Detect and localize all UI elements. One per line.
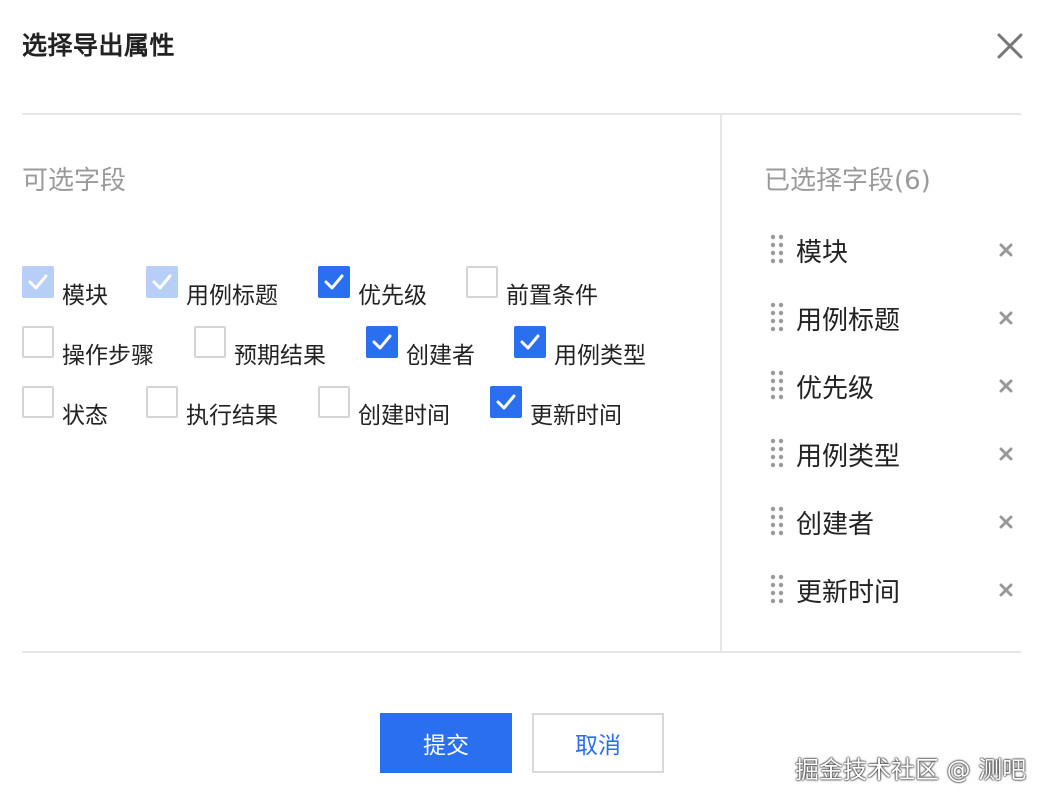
field-label: 优先级 xyxy=(358,283,427,309)
drag-handle-icon[interactable] xyxy=(770,574,784,604)
check-icon xyxy=(372,334,392,350)
checkbox[interactable] xyxy=(194,326,226,358)
field-checkbox-item[interactable]: 模块 xyxy=(22,266,108,309)
checkbox[interactable] xyxy=(466,266,498,298)
field-checkbox-item[interactable]: 操作步骤 xyxy=(22,326,154,369)
checkbox[interactable] xyxy=(318,386,350,418)
checkbox[interactable] xyxy=(514,326,546,358)
field-checkbox-item[interactable]: 优先级 xyxy=(318,266,427,309)
selected-field-item[interactable]: 优先级 xyxy=(770,366,1020,406)
remove-icon[interactable] xyxy=(996,308,1016,328)
checkbox[interactable] xyxy=(22,386,54,418)
check-icon xyxy=(496,394,516,410)
selected-field-item[interactable]: 用例类型 xyxy=(770,434,1020,474)
field-label: 创建者 xyxy=(406,343,475,369)
selected-field-item[interactable]: 模块 xyxy=(770,230,1020,270)
selected-field-item[interactable]: 更新时间 xyxy=(770,570,1020,610)
field-checkbox-item[interactable]: 用例类型 xyxy=(514,326,646,369)
checkbox[interactable] xyxy=(366,326,398,358)
selected-field-label: 用例类型 xyxy=(796,442,901,472)
field-checkbox-item[interactable]: 执行结果 xyxy=(146,386,278,429)
checkbox[interactable] xyxy=(146,386,178,418)
divider-bottom xyxy=(22,651,1021,653)
remove-icon[interactable] xyxy=(996,580,1016,600)
selected-field-item[interactable]: 用例标题 xyxy=(770,298,1020,338)
drag-handle-icon[interactable] xyxy=(770,506,784,536)
selected-field-label: 模块 xyxy=(796,238,849,268)
selected-fields-title: 已选择字段(6) xyxy=(764,166,931,196)
remove-icon[interactable] xyxy=(996,240,1016,260)
field-checkbox-item[interactable]: 状态 xyxy=(22,386,108,429)
check-icon xyxy=(520,334,540,350)
remove-icon[interactable] xyxy=(996,512,1016,532)
field-label: 前置条件 xyxy=(506,283,598,309)
selected-field-label: 创建者 xyxy=(796,510,875,540)
check-icon xyxy=(152,274,172,290)
field-checkbox-item[interactable]: 前置条件 xyxy=(466,266,598,309)
available-fields-title: 可选字段 xyxy=(22,166,127,196)
checkbox xyxy=(22,266,54,298)
checkbox[interactable] xyxy=(318,266,350,298)
field-label: 状态 xyxy=(62,403,108,429)
drag-handle-icon[interactable] xyxy=(770,370,784,400)
field-label: 用例类型 xyxy=(554,343,646,369)
selected-field-item[interactable]: 创建者 xyxy=(770,502,1020,542)
drag-handle-icon[interactable] xyxy=(770,438,784,468)
field-label: 模块 xyxy=(62,283,108,309)
field-checkbox-item[interactable]: 预期结果 xyxy=(194,326,326,369)
divider-vertical xyxy=(720,115,722,651)
field-label: 执行结果 xyxy=(186,403,278,429)
remove-icon[interactable] xyxy=(996,444,1016,464)
field-checkbox-item[interactable]: 创建时间 xyxy=(318,386,450,429)
selected-field-label: 更新时间 xyxy=(796,578,901,608)
close-icon[interactable] xyxy=(994,30,1026,62)
field-label: 更新时间 xyxy=(530,403,622,429)
check-icon xyxy=(28,274,48,290)
watermark: 掘金技术社区 @ 测吧 xyxy=(795,756,1027,784)
export-attributes-dialog: 选择导出属性 可选字段 模块 用例标题 优先级 前置条件 操作步骤 预期结果 创建者 用例类型… xyxy=(0,0,1052,804)
field-label: 用例标题 xyxy=(186,283,278,309)
field-label: 操作步骤 xyxy=(62,343,154,369)
cancel-button[interactable]: 取消 xyxy=(532,713,664,773)
checkbox[interactable] xyxy=(22,326,54,358)
drag-handle-icon[interactable] xyxy=(770,234,784,264)
selected-field-label: 用例标题 xyxy=(796,306,901,336)
field-checkbox-item[interactable]: 更新时间 xyxy=(490,386,622,429)
divider-top xyxy=(22,113,1021,115)
field-label: 预期结果 xyxy=(234,343,326,369)
drag-handle-icon[interactable] xyxy=(770,302,784,332)
selected-field-label: 优先级 xyxy=(796,374,875,404)
dialog-title: 选择导出属性 xyxy=(22,31,176,60)
check-icon xyxy=(324,274,344,290)
remove-icon[interactable] xyxy=(996,376,1016,396)
field-checkbox-item[interactable]: 用例标题 xyxy=(146,266,278,309)
submit-button[interactable]: 提交 xyxy=(380,713,512,773)
checkbox xyxy=(146,266,178,298)
field-label: 创建时间 xyxy=(358,403,450,429)
checkbox[interactable] xyxy=(490,386,522,418)
field-checkbox-item[interactable]: 创建者 xyxy=(366,326,475,369)
